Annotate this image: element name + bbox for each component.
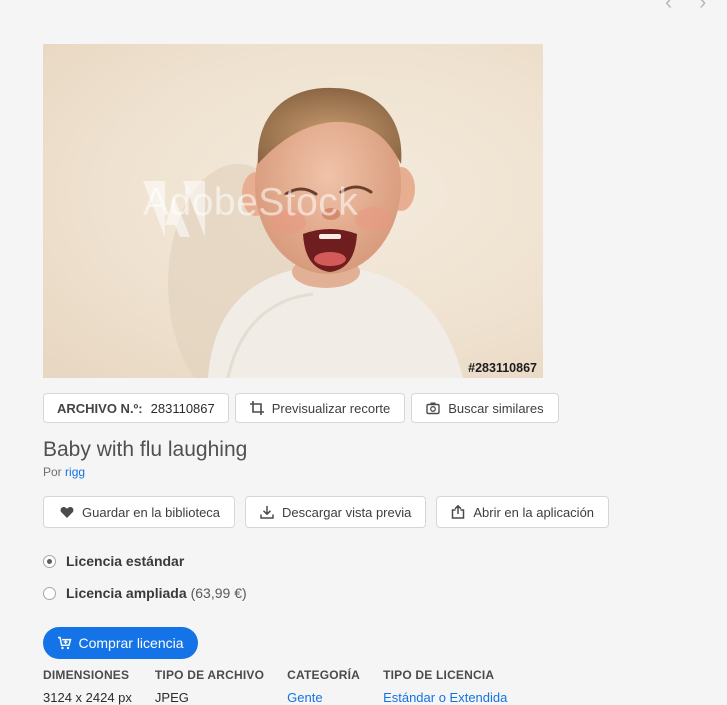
- asset-title: Baby with flu laughing: [43, 438, 248, 461]
- adobe-stock-watermark: AdobeStock: [143, 181, 358, 237]
- find-similar-label: Buscar similares: [448, 400, 544, 416]
- license-option-standard[interactable]: Licencia estándar: [43, 552, 247, 570]
- download-icon: [260, 506, 274, 519]
- camera-icon: [426, 402, 440, 415]
- cart-add-icon: [58, 636, 72, 650]
- detail-heading: DIMENSIONES: [43, 668, 130, 682]
- chevron-left-icon[interactable]: ‹: [665, 0, 681, 13]
- asset-details: DIMENSIONES 3124 x 2424 px TIPO DE ARCHI…: [43, 668, 530, 705]
- detail-value: 3124 x 2424 px: [43, 690, 132, 705]
- detail-file-type: TIPO DE ARCHIVO JPEG: [155, 668, 264, 705]
- by-prefix: Por: [43, 465, 62, 479]
- archive-number-label: ARCHIVO N.º:: [57, 400, 143, 416]
- license-name: Licencia estándar: [66, 553, 185, 569]
- heart-icon: [60, 506, 74, 518]
- radio-standard[interactable]: [43, 554, 56, 568]
- detail-license-type: TIPO DE LICENCIA Estándar o Extendida: [383, 668, 507, 705]
- license-price: (63,99 €): [190, 585, 247, 601]
- archive-number-box: ARCHIVO N.º: 283110867: [43, 393, 229, 423]
- detail-heading: CATEGORÍA: [287, 668, 361, 682]
- photo-id-label: #283110867: [468, 361, 537, 375]
- license-type-link[interactable]: Estándar o Extendida: [383, 690, 507, 705]
- image-navigation: ‹ ›: [665, 0, 715, 13]
- author-byline: Por rigg: [43, 465, 85, 479]
- category-link[interactable]: Gente: [287, 690, 360, 705]
- find-similar-button[interactable]: Buscar similares: [411, 393, 559, 423]
- detail-heading: TIPO DE ARCHIVO: [154, 668, 265, 682]
- adobe-logo-icon: [143, 181, 205, 237]
- license-option-extended[interactable]: Licencia ampliada (63,99 €): [43, 584, 247, 602]
- radio-extended[interactable]: [43, 586, 56, 600]
- download-preview-label: Descargar vista previa: [282, 504, 412, 520]
- chevron-right-icon[interactable]: ›: [699, 0, 715, 13]
- crop-preview-button[interactable]: Previsualizar recorte: [234, 393, 406, 423]
- buy-license-label: Comprar licencia: [78, 635, 184, 651]
- open-in-app-label: Abrir en la aplicación: [473, 504, 595, 520]
- archive-number-value: 283110867: [150, 400, 215, 416]
- detail-value: JPEG: [154, 690, 189, 705]
- image-toolbar: ARCHIVO N.º: 283110867 Previsualizar rec…: [43, 393, 559, 423]
- crop-icon: [249, 401, 264, 415]
- license-name: Licencia ampliada: [66, 585, 187, 601]
- detail-dimensions: DIMENSIONES 3124 x 2424 px: [43, 668, 132, 705]
- stock-photo-preview[interactable]: AdobeStock #283110867: [43, 44, 543, 378]
- share-icon: [452, 505, 465, 519]
- download-preview-button[interactable]: Descargar vista previa: [245, 496, 427, 528]
- detail-heading: TIPO DE LICENCIA: [383, 668, 495, 682]
- license-options: Licencia estándar Licencia ampliada (63,…: [43, 552, 247, 616]
- open-in-app-button[interactable]: Abrir en la aplicación: [436, 496, 610, 528]
- detail-category: CATEGORÍA Gente: [287, 668, 360, 705]
- crop-preview-label: Previsualizar recorte: [271, 400, 391, 416]
- asset-actions: Guardar en la biblioteca Descargar vista…: [43, 496, 610, 528]
- save-library-button[interactable]: Guardar en la biblioteca: [43, 496, 236, 528]
- author-link[interactable]: rigg: [65, 465, 85, 479]
- save-library-label: Guardar en la biblioteca: [82, 504, 221, 520]
- buy-license-button[interactable]: Comprar licencia: [43, 627, 198, 659]
